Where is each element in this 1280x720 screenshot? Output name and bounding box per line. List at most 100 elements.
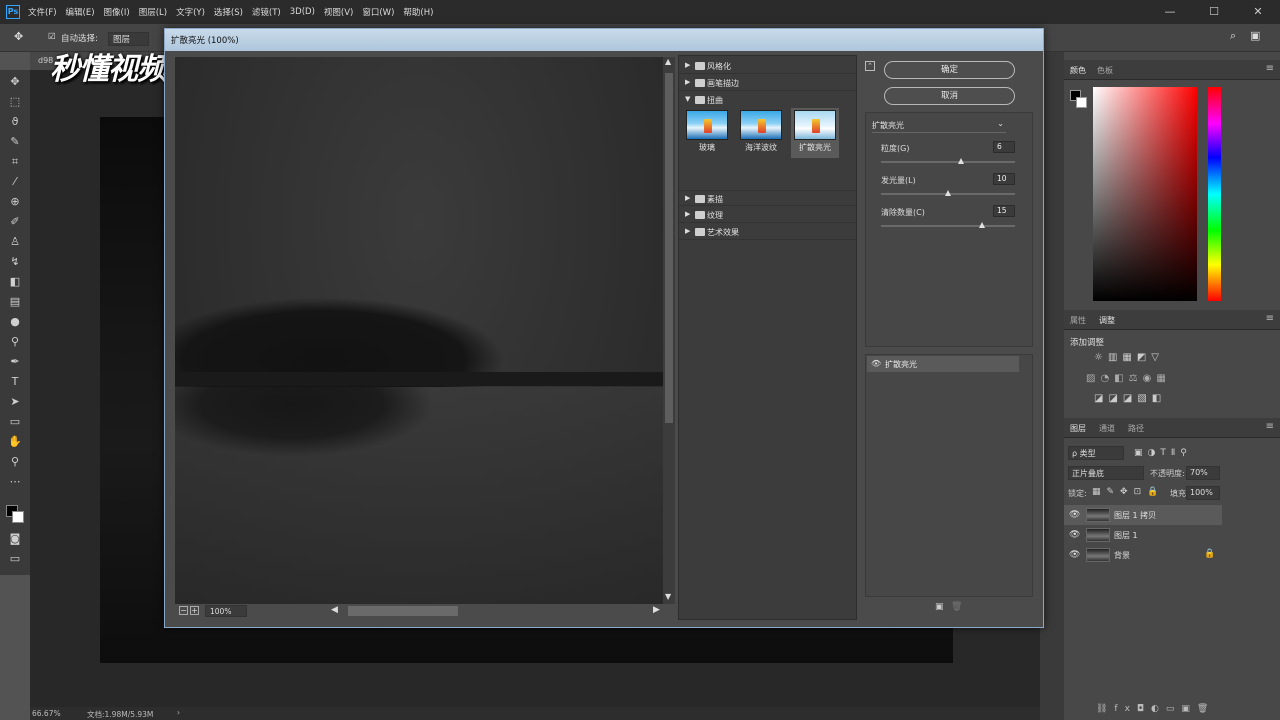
crop-tool-icon[interactable]: ⌗: [7, 155, 23, 169]
layer-kind-filter[interactable]: ρ 类型: [1068, 446, 1124, 460]
tab-paths[interactable]: 路径: [1128, 423, 1144, 434]
background-color-swatch[interactable]: [12, 511, 24, 523]
move-tool-icon[interactable]: ✥: [14, 30, 23, 43]
minimize-button[interactable]: —: [1148, 0, 1192, 24]
filter-group-expanded[interactable]: ▼ 扭曲: [679, 92, 856, 108]
search-icon[interactable]: ⌕: [1230, 29, 1236, 43]
menu-layer[interactable]: 图层(L): [139, 6, 167, 18]
workspace-icon[interactable]: ▣: [1250, 29, 1260, 42]
visibility-eye-icon[interactable]: 👁: [1069, 550, 1080, 560]
filter-thumb-ocean-ripple[interactable]: 海洋波纹: [737, 108, 785, 156]
panel-background-swatch[interactable]: [1076, 97, 1087, 108]
scroll-left-icon[interactable]: ◀: [331, 605, 338, 615]
dialog-title[interactable]: 扩散亮光 (100%): [165, 29, 1043, 51]
menu-type[interactable]: 文字(Y): [176, 6, 205, 18]
zoom-out-button[interactable]: −: [179, 606, 188, 615]
slider-thumb-glow-amount[interactable]: [945, 190, 951, 196]
close-button[interactable]: ✕: [1236, 0, 1280, 24]
layer-row[interactable]: 👁 图层 1 拷贝: [1064, 505, 1222, 525]
filter-thumb-glass[interactable]: 玻璃: [683, 108, 731, 156]
healing-tool-icon[interactable]: ⊕: [7, 195, 23, 209]
filter-group[interactable]: ▶ 画笔描边: [679, 75, 856, 91]
scroll-down-icon[interactable]: ▼: [665, 592, 671, 601]
visibility-eye-icon[interactable]: 👁: [1069, 530, 1080, 540]
filter-group[interactable]: ▶ 艺术效果: [679, 224, 856, 240]
gradient-tool-icon[interactable]: ▤: [7, 295, 23, 309]
param-input-clear-amount[interactable]: 15: [993, 205, 1015, 217]
layer-filter-icons[interactable]: ▣◑TⅡ⚲: [1134, 448, 1192, 458]
adjustment-icons-row-1[interactable]: ☼▥▦◩▽: [1094, 352, 1164, 363]
panel-menu-icon[interactable]: ≡: [1266, 421, 1274, 432]
tab-adjustments[interactable]: 调整: [1099, 315, 1115, 326]
fill-input[interactable]: 100%: [1186, 486, 1220, 500]
filter-preview[interactable]: [175, 57, 663, 604]
preview-vertical-scroll-thumb[interactable]: [665, 73, 673, 423]
lasso-tool-icon[interactable]: ϑ: [7, 115, 23, 129]
slider-clear-amount[interactable]: [881, 225, 1015, 227]
collapse-gallery-icon[interactable]: ⌃: [865, 61, 875, 71]
menu-file[interactable]: 文件(F): [28, 6, 57, 18]
zoom-level[interactable]: 66.67%: [32, 709, 61, 718]
auto-select-checkbox[interactable]: ☑: [48, 32, 56, 42]
panel-menu-icon[interactable]: ≡: [1266, 63, 1274, 74]
adjustment-icons-row-3[interactable]: ◪◪◪▧◧: [1094, 393, 1166, 404]
menu-help[interactable]: 帮助(H): [403, 6, 433, 18]
filter-group[interactable]: ▶ 素描: [679, 190, 856, 206]
menu-filter[interactable]: 滤镜(T): [252, 6, 281, 18]
quick-select-tool-icon[interactable]: ✎: [7, 135, 23, 149]
hue-slider[interactable]: [1208, 87, 1221, 301]
adjustment-icons-row-2[interactable]: ▨◔◧⚖◉▦: [1086, 373, 1171, 384]
layer-actions-icons[interactable]: ⛓fx◘◐▭▣🗑: [1096, 704, 1215, 714]
marquee-tool-icon[interactable]: ⬚: [7, 95, 23, 109]
maximize-button[interactable]: ☐: [1192, 0, 1236, 24]
eraser-tool-icon[interactable]: ◧: [7, 275, 23, 289]
effect-visibility-eye-icon[interactable]: 👁: [871, 359, 881, 368]
more-tools-icon[interactable]: ⋯: [7, 475, 23, 489]
path-select-icon[interactable]: ➤: [7, 395, 23, 409]
zoom-in-button[interactable]: +: [190, 606, 199, 615]
visibility-eye-icon[interactable]: 👁: [1069, 510, 1080, 520]
move-tool-icon[interactable]: ✥: [7, 75, 23, 89]
stamp-tool-icon[interactable]: ♙: [7, 235, 23, 249]
layer-row[interactable]: 👁 图层 1: [1064, 525, 1222, 545]
effect-layer-row[interactable]: 👁 扩散亮光: [867, 356, 1019, 372]
scroll-right-icon[interactable]: ▶: [653, 605, 660, 615]
filter-group[interactable]: ▶ 风格化: [679, 58, 856, 74]
slider-graininess[interactable]: [881, 161, 1015, 163]
menu-window[interactable]: 窗口(W): [362, 6, 394, 18]
tab-channels[interactable]: 通道: [1099, 423, 1115, 434]
menu-image[interactable]: 图像(I): [104, 6, 130, 18]
tab-properties[interactable]: 属性: [1070, 315, 1086, 326]
tab-layers[interactable]: 图层: [1070, 423, 1086, 434]
tab-swatches[interactable]: 色板: [1097, 65, 1113, 76]
type-tool-icon[interactable]: T: [7, 375, 23, 389]
blur-tool-icon[interactable]: ●: [7, 315, 23, 329]
status-arrow-icon[interactable]: ›: [177, 708, 180, 717]
quick-mask-icon[interactable]: ◙: [7, 532, 23, 546]
menu-view[interactable]: 视图(V): [324, 6, 353, 18]
layer-row[interactable]: 👁 背景 🔒: [1064, 545, 1222, 565]
pen-tool-icon[interactable]: ✒: [7, 355, 23, 369]
opacity-input[interactable]: 70%: [1186, 466, 1220, 480]
menu-3d[interactable]: 3D(D): [290, 7, 315, 17]
color-picker-field[interactable]: [1093, 87, 1197, 301]
dodge-tool-icon[interactable]: ⚲: [7, 335, 23, 349]
panel-menu-icon[interactable]: ≡: [1266, 313, 1274, 324]
delete-effect-layer-icon[interactable]: 🗑: [951, 602, 962, 612]
filter-group[interactable]: ▶ 纹理: [679, 207, 856, 223]
new-effect-layer-icon[interactable]: ▣: [935, 602, 944, 612]
tab-color[interactable]: 颜色: [1070, 65, 1086, 76]
filter-thumb-diffuse-glow[interactable]: 扩散亮光: [791, 108, 839, 158]
menu-edit[interactable]: 编辑(E): [66, 6, 95, 18]
param-input-glow-amount[interactable]: 10: [993, 173, 1015, 185]
slider-thumb-graininess[interactable]: [958, 158, 965, 164]
scroll-up-icon[interactable]: ▲: [665, 57, 671, 66]
history-brush-icon[interactable]: ↯: [7, 255, 23, 269]
eyedropper-tool-icon[interactable]: ⁄: [7, 175, 23, 189]
screen-mode-icon[interactable]: ▭: [7, 552, 23, 566]
filter-type-select[interactable]: 扩散亮光 ⌄: [872, 119, 1006, 133]
menu-select[interactable]: 选择(S): [214, 6, 243, 18]
ok-button[interactable]: 确定: [884, 61, 1015, 79]
slider-thumb-clear-amount[interactable]: [978, 222, 985, 228]
rectangle-tool-icon[interactable]: ▭: [7, 415, 23, 429]
